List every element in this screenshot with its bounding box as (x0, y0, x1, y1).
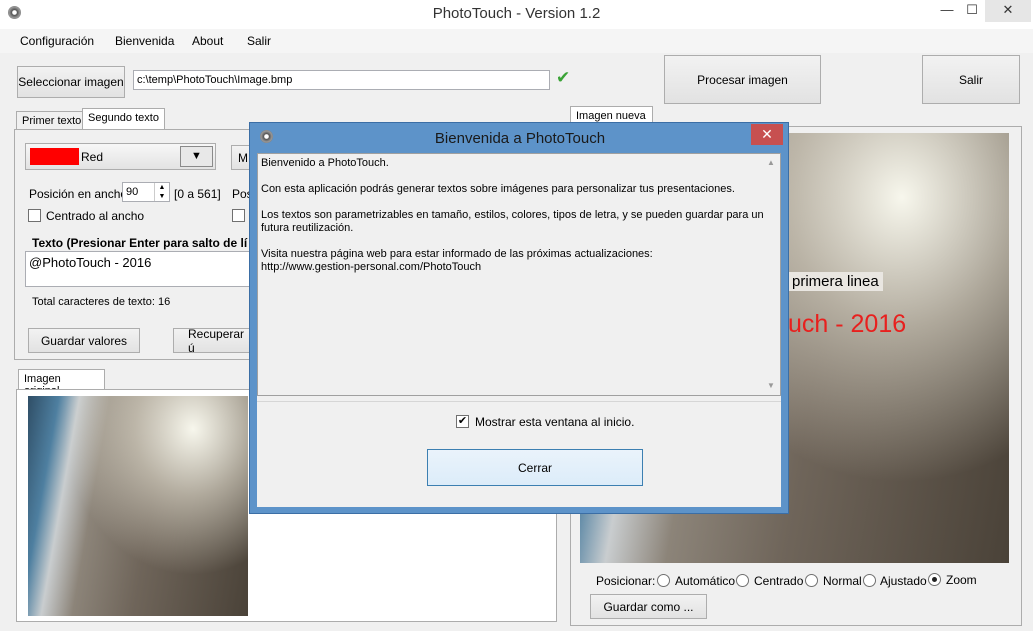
dialog-separator (257, 401, 781, 402)
radio-zoom[interactable] (928, 573, 941, 586)
dialog-body: Bienvenido a PhotoTouch. Con esta aplica… (257, 153, 781, 507)
color-name: Red (81, 150, 104, 164)
menu-configuracion[interactable]: Configuración (20, 34, 94, 48)
center-y-checkbox[interactable] (232, 209, 245, 222)
radio-ajustado-label: Ajustado (880, 574, 927, 588)
dialog-scrollbar[interactable]: ▲ ▼ (763, 155, 780, 395)
dialog-text-area[interactable]: Bienvenido a PhotoTouch. Con esta aplica… (257, 153, 781, 396)
pos-x-spin[interactable]: ▲ ▼ (154, 183, 169, 201)
pos-x-label: Posición en ancho: (29, 187, 131, 201)
dialog-line: Los textos son parametrizables en tamaño… (261, 209, 770, 221)
radio-normal-label: Normal (823, 574, 862, 588)
show-on-start-label: Mostrar esta ventana al inicio. (475, 415, 635, 429)
welcome-dialog: Bienvenida a PhotoTouch ✕ Bienvenido a P… (249, 122, 789, 514)
total-chars-label: Total caracteres de texto: 16 (32, 296, 171, 308)
menu-about[interactable]: About (192, 34, 223, 48)
text-input-label: Texto (Presionar Enter para salto de lí (32, 236, 248, 250)
color-select[interactable]: Red ▼ (25, 143, 216, 170)
save-as-button[interactable]: Guardar como ... (590, 594, 707, 619)
pos-x-value: 90 (126, 186, 139, 198)
window-title: PhotoTouch - Version 1.2 (432, 5, 601, 22)
position-label: Posicionar: (596, 574, 656, 588)
radio-automatico[interactable] (657, 574, 670, 587)
recover-button-partial[interactable]: Recuperar ú (173, 327, 250, 355)
menu-bar: Configuración Bienvenida About Salir (0, 29, 1033, 53)
show-on-start-checkbox[interactable]: ✔ (456, 415, 469, 428)
dialog-line: http://www.gestion-personal.com/PhotoTou… (261, 261, 482, 273)
dialog-line: Visita nuestra página web para estar inf… (261, 248, 653, 260)
valid-check-icon: ✔ (556, 68, 571, 87)
radio-automatico-label: Automático (675, 574, 736, 588)
close-dialog-button[interactable]: Cerrar (427, 449, 643, 486)
dialog-line: Bienvenido a PhotoTouch. (261, 157, 389, 169)
tab-imagen-original[interactable]: Imagen original (18, 369, 105, 397)
text-input[interactable]: @PhotoTouch - 2016 (25, 251, 250, 287)
maximize-button[interactable]: ☐ (955, 0, 989, 22)
dialog-line: Con esta aplicación podrás generar texto… (261, 183, 735, 195)
radio-ajustado[interactable] (863, 574, 876, 587)
save-values-button[interactable]: Guardar valores (28, 328, 140, 353)
radio-centrado-label: Centrado (754, 574, 804, 588)
overlay-second-line: uch - 2016 (788, 310, 907, 338)
dialog-line: futura reutilización. (261, 222, 354, 234)
dialog-title: Bienvenida a PhotoTouch (434, 130, 606, 147)
pos-x-range: [0 a 561] (174, 187, 221, 201)
radio-normal[interactable] (805, 574, 818, 587)
tab-primer-texto[interactable]: Primer texto (16, 111, 88, 131)
menu-bienvenida[interactable]: Bienvenida (115, 34, 174, 48)
text-input-value: @PhotoTouch - 2016 (29, 255, 152, 270)
original-image (28, 396, 248, 616)
dialog-close-button[interactable]: ✕ (751, 124, 783, 145)
scroll-up-icon[interactable]: ▲ (767, 158, 775, 167)
center-x-label: Centrado al ancho (46, 209, 145, 223)
scroll-down-icon[interactable]: ▼ (767, 381, 775, 390)
dropdown-arrow-icon[interactable]: ▼ (180, 146, 213, 167)
radio-zoom-label: Zoom (946, 573, 977, 587)
center-x-checkbox[interactable] (28, 209, 41, 222)
exit-button[interactable]: Salir (922, 55, 1020, 104)
radio-centrado[interactable] (736, 574, 749, 587)
overlay-first-line: primera linea (788, 272, 883, 291)
process-image-button[interactable]: Procesar imagen (664, 55, 821, 104)
image-path-field[interactable]: c:\temp\PhotoTouch\Image.bmp (133, 70, 550, 90)
select-image-button[interactable]: Seleccionar imagen (17, 66, 125, 98)
font-button-partial[interactable]: M (231, 145, 251, 170)
close-window-button[interactable]: ✕ (985, 0, 1031, 22)
color-swatch (30, 148, 79, 165)
title-bar: PhotoTouch - Version 1.2 — ☐ ✕ (0, 0, 1033, 29)
menu-salir[interactable]: Salir (247, 34, 271, 48)
tab-segundo-texto[interactable]: Segundo texto (82, 108, 165, 130)
